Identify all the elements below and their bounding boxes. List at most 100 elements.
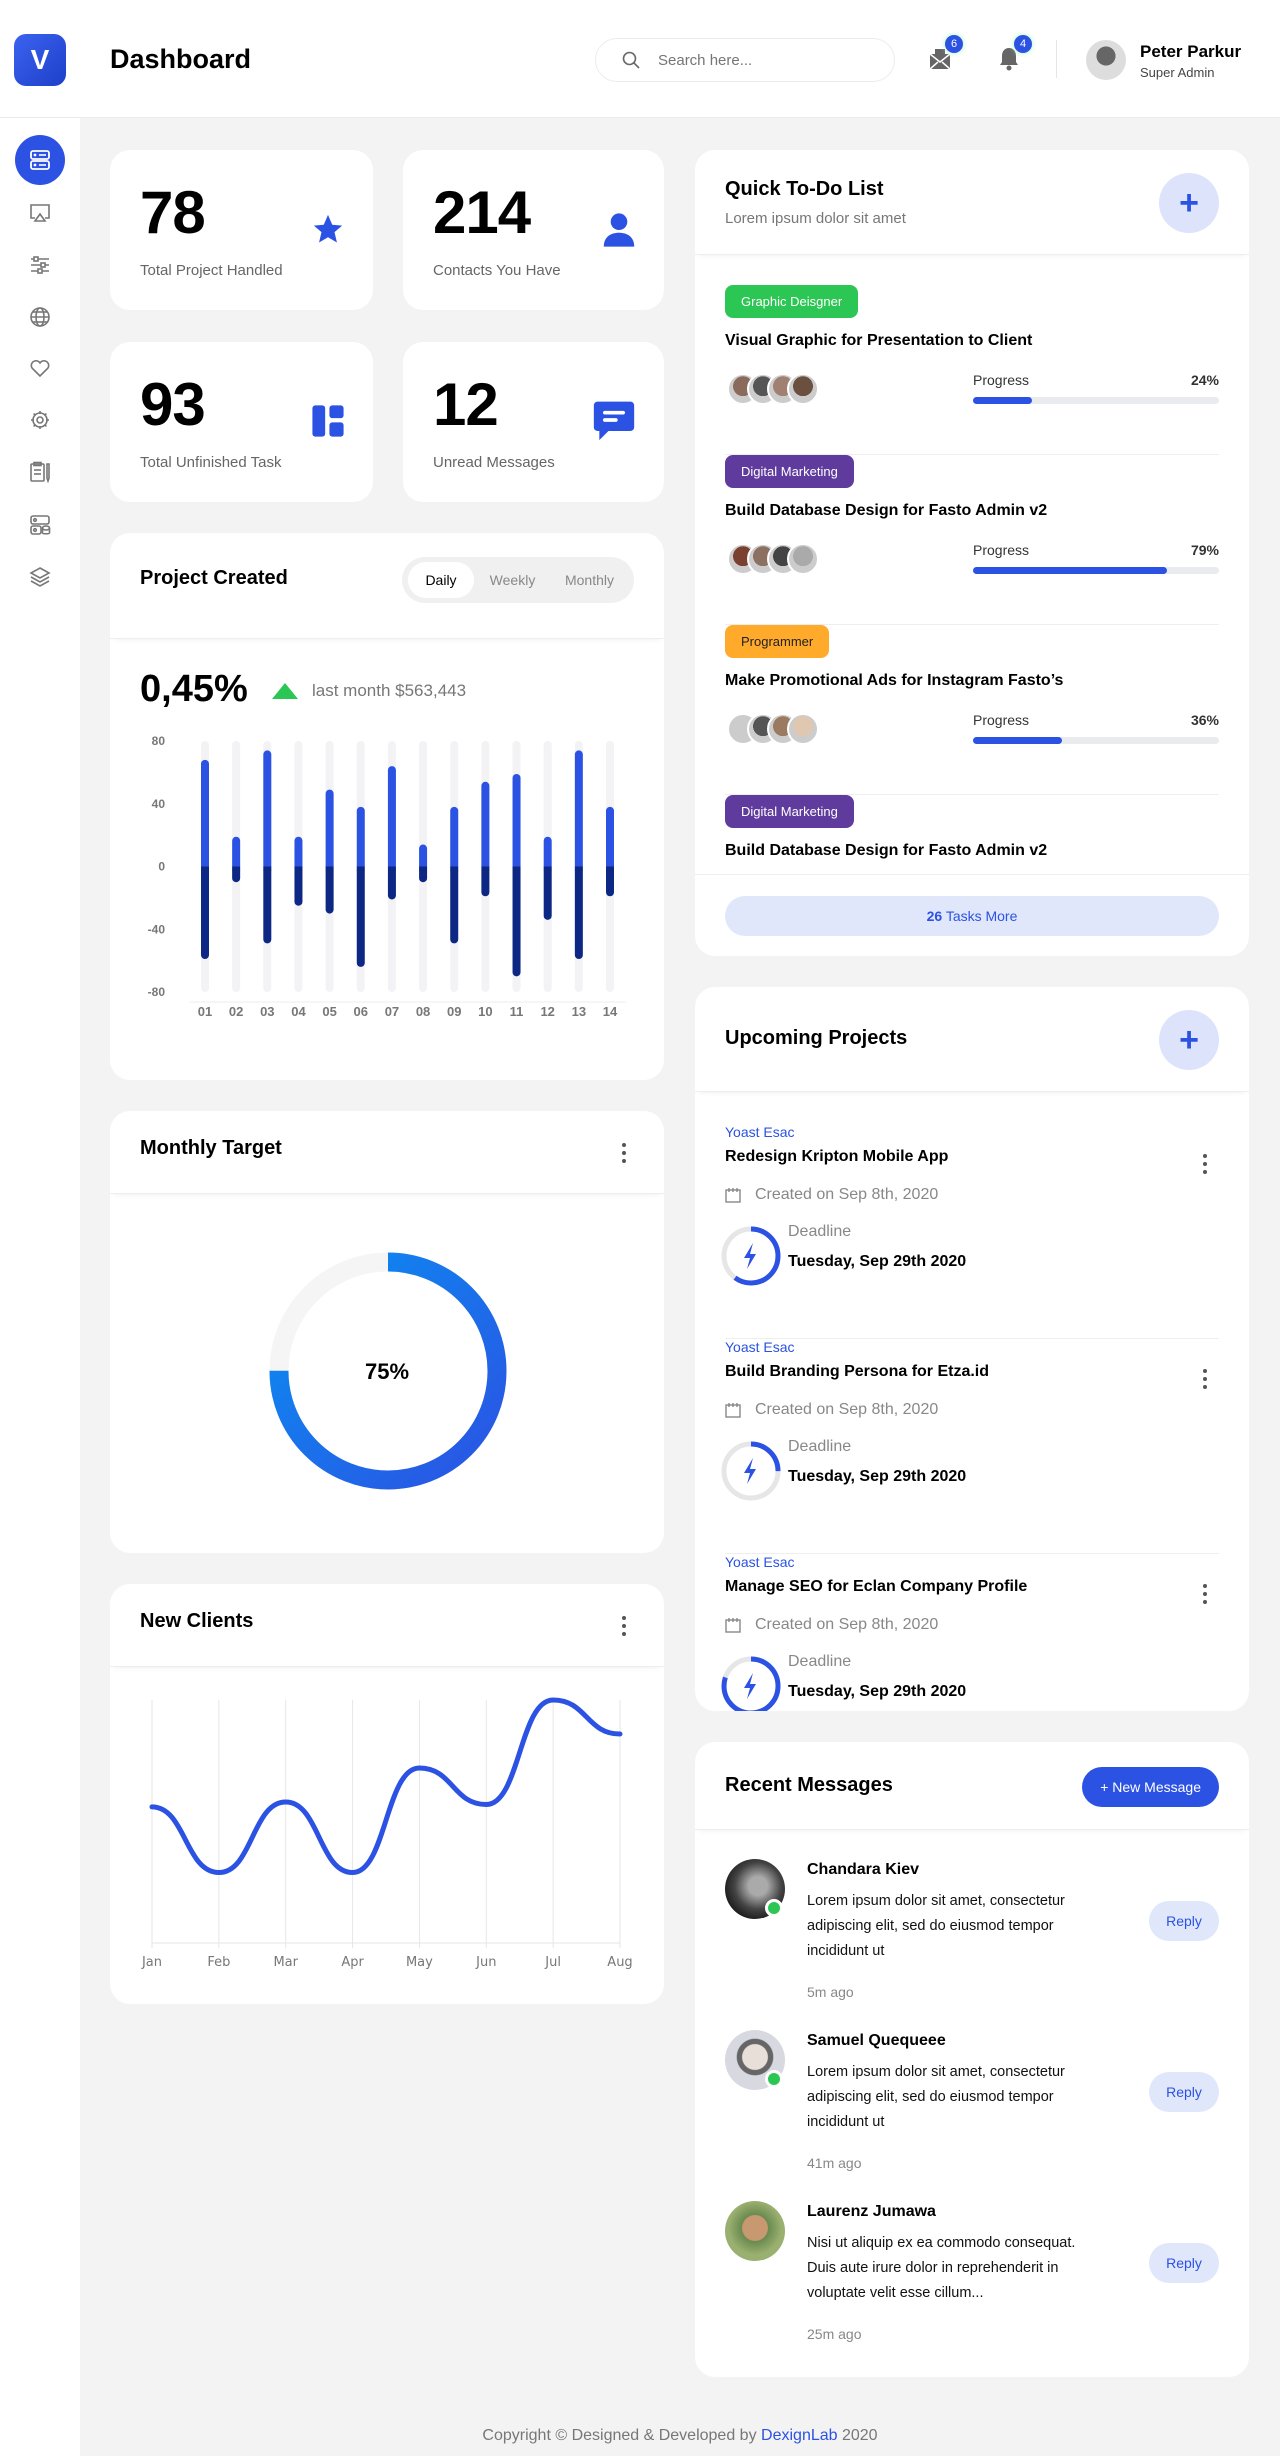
search-box[interactable] [595, 38, 895, 82]
bar-negative[interactable] [574, 866, 583, 960]
x-tick-label: 11 [510, 1004, 524, 1019]
recent-messages-card: Recent Messages + New Message Chandara K… [695, 1742, 1249, 2377]
todo-item[interactable]: Programmer Make Promotional Ads for Inst… [725, 625, 1219, 795]
category-tag: Digital Marketing [725, 455, 854, 488]
top-header: V Dashboard 6 4 Peter Parkur Super Admin [0, 0, 1280, 118]
x-tick-label: Mar [273, 1955, 298, 1970]
bar-negative[interactable] [450, 866, 459, 944]
bar-positive[interactable] [450, 806, 459, 871]
user-avatar[interactable] [1086, 40, 1126, 80]
project-item: Yoast Esac Build Branding Persona for Et… [721, 1339, 1219, 1554]
bar-positive[interactable] [512, 773, 521, 871]
x-tick-label: 05 [322, 1004, 336, 1019]
monthly-target-card: Monthly Target 75% [110, 1111, 664, 1553]
todo-item[interactable]: Digital Marketing Build Database Design … [725, 455, 1219, 625]
bar-negative[interactable] [606, 866, 614, 897]
bar-negative[interactable] [356, 866, 365, 967]
online-indicator [765, 2070, 783, 2088]
todo-item[interactable]: Graphic Deisgner Visual Graphic for Pres… [725, 285, 1219, 455]
bar-negative[interactable] [201, 866, 209, 960]
footer-text: Copyright © Designed & Developed by [482, 2427, 757, 2444]
bar-positive[interactable] [201, 759, 209, 871]
bar-positive[interactable] [387, 766, 396, 871]
bar-positive[interactable] [356, 806, 365, 871]
sidebar-item-globe[interactable] [15, 292, 65, 342]
series-line[interactable] [149, 1697, 623, 1876]
sidebar-item-tasks[interactable] [15, 447, 65, 497]
project-author[interactable]: Yoast Esac [725, 1124, 795, 1140]
sidebar-item-favorites[interactable] [15, 343, 65, 393]
stat-value: 93 [140, 371, 206, 438]
more-tasks-button[interactable]: 26 Tasks More [725, 896, 1219, 936]
footer-link[interactable]: DexignLab [761, 2427, 838, 2444]
x-tick-label: 02 [229, 1004, 243, 1019]
more-options-icon[interactable] [1203, 1154, 1209, 1174]
sender-name[interactable]: Samuel Quequeee [807, 2032, 946, 2050]
sidebar-item-layers[interactable] [15, 552, 65, 602]
sidebar-item-airplay[interactable] [15, 188, 65, 238]
bar-positive[interactable] [263, 750, 272, 871]
sidebar-item-dashboard[interactable] [15, 135, 65, 185]
project-author[interactable]: Yoast Esac [725, 1554, 795, 1570]
messages-button[interactable]: 6 [925, 35, 963, 74]
clipboard-icon [30, 461, 50, 483]
sidebar-item-sliders[interactable] [15, 240, 65, 290]
sidebar [0, 118, 80, 2456]
sender-name[interactable]: Laurenz Jumawa [807, 2203, 936, 2221]
bar-negative[interactable] [387, 866, 396, 900]
sidebar-item-database[interactable] [15, 500, 65, 550]
bar-joint [356, 866, 365, 871]
page-title: Dashboard [110, 44, 252, 74]
bar-positive[interactable] [325, 789, 334, 871]
app-logo[interactable]: V [14, 34, 66, 86]
reply-button[interactable]: Reply [1149, 1901, 1219, 1941]
x-tick-label: 14 [603, 1004, 618, 1019]
project-title[interactable]: Manage SEO for Eclan Company Profile [725, 1578, 1027, 1596]
sliders-icon [31, 256, 49, 274]
reply-button[interactable]: Reply [1149, 2243, 1219, 2283]
progress-value: 79% [1190, 542, 1219, 558]
more-options-icon[interactable] [1203, 1584, 1209, 1604]
bar-negative[interactable] [294, 866, 303, 906]
deadline-label: Deadline [788, 1223, 852, 1240]
user-name[interactable]: Peter Parkur [1140, 42, 1241, 62]
bar-negative[interactable] [543, 866, 552, 920]
avatar[interactable] [787, 373, 819, 405]
card-header: Recent Messages + New Message [695, 1742, 1249, 1830]
bar-positive[interactable] [574, 750, 583, 871]
bar-positive[interactable] [606, 806, 614, 871]
add-todo-button[interactable]: + [1159, 173, 1219, 233]
x-tick-label: 09 [447, 1004, 461, 1019]
bar-negative[interactable] [512, 866, 521, 977]
sidebar-item-settings[interactable] [15, 395, 65, 445]
bar-positive[interactable] [543, 836, 552, 871]
deadline-label: Deadline [788, 1653, 852, 1670]
new-message-button[interactable]: + New Message [1082, 1767, 1219, 1807]
bar-negative[interactable] [263, 866, 272, 944]
calendar-icon [725, 1618, 741, 1633]
y-tick-label: -40 [148, 922, 166, 936]
bar-negative[interactable] [325, 866, 334, 914]
reply-button[interactable]: Reply [1149, 2072, 1219, 2112]
bar-positive[interactable] [481, 781, 490, 871]
notifications-button[interactable]: 4 [994, 35, 1032, 74]
avatar[interactable] [725, 2201, 785, 2261]
notifications-badge: 4 [1014, 35, 1032, 53]
project-title[interactable]: Redesign Kripton Mobile App [725, 1148, 948, 1166]
bar-positive[interactable] [294, 836, 303, 871]
bar-negative[interactable] [481, 866, 490, 897]
project-title[interactable]: Build Branding Persona for Etza.id [725, 1363, 989, 1381]
sender-name[interactable]: Chandara Kiev [807, 1861, 919, 1879]
add-project-button[interactable]: + [1159, 1010, 1219, 1070]
todo-card: Quick To-Do List Lorem ipsum dolor sit a… [695, 150, 1249, 956]
more-label: Tasks More [945, 908, 1018, 924]
avatar[interactable] [787, 543, 819, 575]
todo-item[interactable]: Digital Marketing Build Database Design … [725, 795, 1219, 874]
bar-positive[interactable] [232, 836, 241, 871]
search-input[interactable] [658, 51, 858, 69]
project-author[interactable]: Yoast Esac [725, 1339, 795, 1355]
more-options-icon[interactable] [622, 1143, 628, 1163]
bar-joint [325, 866, 334, 871]
avatar[interactable] [787, 713, 819, 745]
more-options-icon[interactable] [1203, 1369, 1209, 1389]
